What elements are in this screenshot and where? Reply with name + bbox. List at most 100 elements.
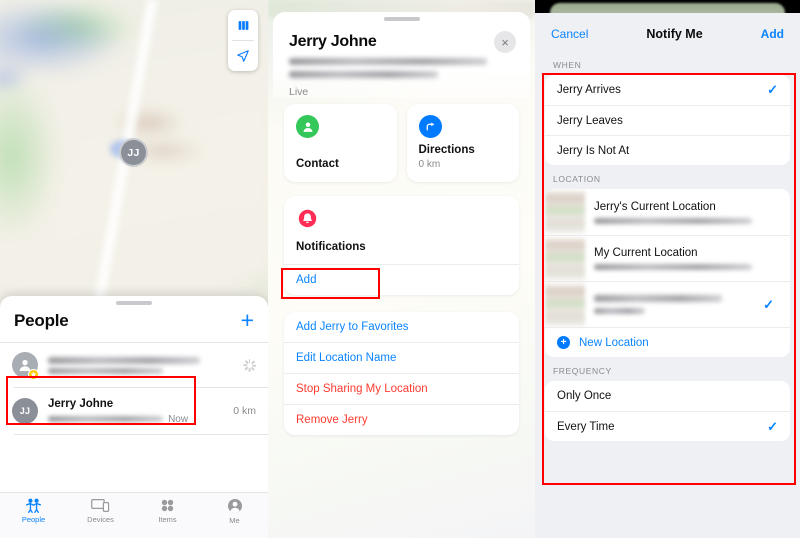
bell-icon [296,207,319,230]
map-type-icon[interactable] [228,10,258,40]
locate-me-icon[interactable] [228,41,258,71]
option-label: My Current Location [594,247,698,259]
map-pin-initials: JJ [127,146,140,159]
redacted-address [594,264,753,270]
option-jerry-leaves[interactable]: Jerry Leaves [545,105,790,135]
directions-card[interactable]: Directions 0 km [406,104,519,182]
option-label: Only Once [557,390,612,402]
modal-title: Notify Me [646,27,703,41]
when-options-group: Jerry Arrives ✓ Jerry Leaves Jerry Is No… [545,75,790,165]
add-to-favorites-link[interactable]: Add Jerry to Favorites [284,312,519,342]
option-only-once[interactable]: Only Once [545,381,790,411]
notifications-card: Notifications Add [284,196,519,295]
location-thumbnail [545,237,585,280]
actions-card: Add Jerry to Favorites Edit Location Nam… [284,312,519,435]
option-label: Jerry Leaves [557,114,623,127]
tab-bar: People Devices Items Me [0,492,268,538]
section-header-when: WHEN [553,60,582,70]
frequency-options-group: Only Once Every Time ✓ [545,381,790,441]
screenshot-root: JJ People + JJ Jerry Johne Now 0 km Peop… [0,0,800,538]
option-label: Jerry Is Not At [557,144,630,157]
checkmark-icon: ✓ [763,296,774,312]
notify-me-sheet: Cancel Notify Me Add WHEN Jerry Arrives … [535,13,800,502]
contact-icon [296,115,319,138]
redacted-subtitle [48,367,163,374]
notify-me-panel: Cancel Notify Me Add WHEN Jerry Arrives … [535,0,800,538]
new-location-label: New Location [579,336,649,349]
person-detail-panel: Jerry Johne × Live Contact Directions 0 … [268,0,535,538]
option-every-time[interactable]: Every Time ✓ [545,411,790,441]
redacted-address [48,416,164,422]
tab-devices[interactable]: Devices [67,498,134,524]
action-cards-row: Contact Directions 0 km [268,94,535,182]
checkmark-icon: ✓ [767,418,778,434]
close-icon[interactable]: × [494,31,516,53]
add-person-button[interactable]: + [241,309,254,332]
tab-label: Items [158,515,177,524]
person-name-title: Jerry Johne [289,33,377,50]
person-distance: 0 km [233,405,256,417]
redacted-location-name [594,295,723,302]
option-saved-location[interactable]: ✓ [545,281,790,327]
cancel-button[interactable]: Cancel [551,27,588,41]
option-jerry-is-not-at[interactable]: Jerry Is Not At [545,135,790,165]
remove-jerry-link[interactable]: Remove Jerry [284,404,519,435]
checkmark-icon: ✓ [767,82,778,97]
option-label: Jerry's Current Location [594,200,716,213]
location-thumbnail [545,191,585,233]
map-controls [228,10,258,71]
tab-label: Devices [87,515,114,524]
location-options-group: Jerry's Current Location My Current Loca… [545,189,790,357]
card-subtitle: 0 km [418,159,441,170]
card-title: Directions [418,144,475,156]
list-item[interactable] [0,343,268,387]
page-title: People [14,310,69,330]
modal-navigation-bar: Cancel Notify Me Add [535,13,800,51]
people-header: People + [0,305,268,342]
tab-items[interactable]: Items [134,498,201,524]
option-jerry-arrives[interactable]: Jerry Arrives ✓ [545,75,790,105]
redacted-address-line-1 [289,58,487,65]
option-jerrys-current-location[interactable]: Jerry's Current Location [545,189,790,235]
section-header-frequency: FREQUENCY [553,366,612,376]
notifications-card-header: Notifications [284,196,519,264]
list-item-text: Jerry Johne Now [48,398,217,425]
option-label: Jerry Arrives [557,84,621,96]
detail-sheet: Jerry Johne × Live [273,12,530,98]
plus-circle-icon: + [557,336,570,349]
add-button[interactable]: Add [761,27,784,41]
new-location-row[interactable]: + New Location [545,327,790,357]
detail-header: Jerry Johne × Live [273,21,530,98]
notifications-title: Notifications [296,241,366,253]
location-thumbnail [545,283,585,326]
redacted-address [594,308,646,314]
tab-me[interactable]: Me [201,498,268,525]
tab-people[interactable]: People [0,498,67,524]
section-header-location: LOCATION [553,174,601,184]
avatar: JJ [12,398,38,424]
favorite-badge-icon [28,369,39,380]
add-notification-link[interactable]: Add [284,264,519,295]
contact-card[interactable]: Contact [284,104,397,182]
person-name: Jerry Johne [48,397,114,410]
list-divider [14,434,268,435]
card-title: Contact [296,158,339,170]
option-my-current-location[interactable]: My Current Location [545,235,790,281]
edit-location-name-link[interactable]: Edit Location Name [284,342,519,373]
avatar-initials: JJ [19,406,31,416]
map-pin-jerry[interactable]: JJ [119,138,148,167]
redacted-name [48,356,200,364]
redacted-address-line-2 [289,71,438,78]
person-timestamp: Now [168,413,189,425]
list-item-jerry-johne[interactable]: JJ Jerry Johne Now 0 km [0,388,268,434]
loading-spinner-icon [243,358,256,372]
stop-sharing-location-link[interactable]: Stop Sharing My Location [284,373,519,404]
people-sheet: People + JJ Jerry Johne Now 0 km People … [0,296,268,538]
tab-label: Me [229,516,240,525]
map-panel: JJ People + JJ Jerry Johne Now 0 km Peop… [0,0,268,538]
directions-icon [418,115,442,138]
tab-label: People [21,515,46,524]
redacted-address [594,217,753,224]
option-label: Every Time [557,420,615,433]
list-item-text [48,356,233,374]
